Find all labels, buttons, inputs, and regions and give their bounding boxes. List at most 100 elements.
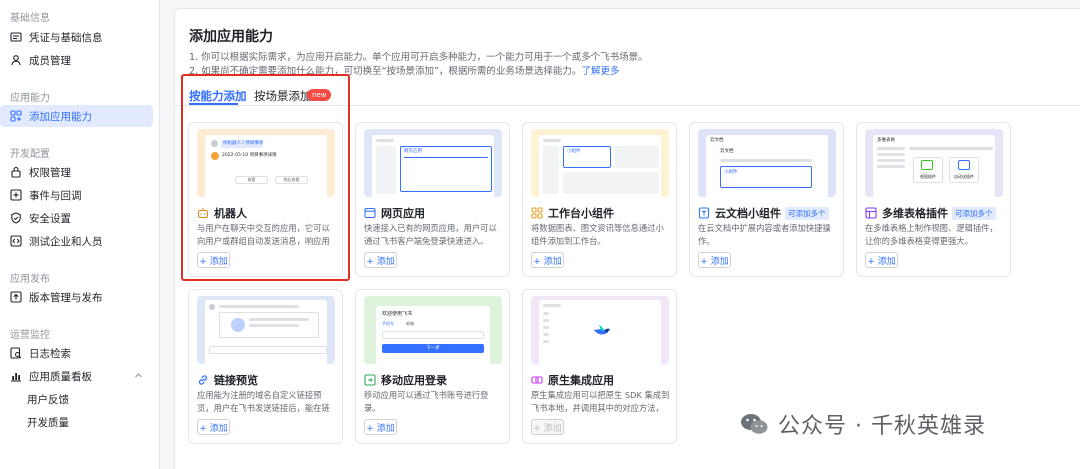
add-native-app-button[interactable]: + 添加 — [531, 419, 564, 435]
sidebar-item-label: 版本管理与发布 — [29, 291, 103, 304]
base-preview-title: 多维表格 — [877, 138, 895, 143]
card-description: 原生集成应用可以把原生 SDK 集成到飞书本地，并调用其中的对应方法，为用户提.… — [531, 390, 670, 413]
widget-preview-label: 小组件 — [567, 149, 581, 154]
sidebar-item-events[interactable]: 事件与回调 — [0, 184, 153, 206]
card-title-text: 多维表格插件 — [882, 207, 948, 220]
sidebar-item-label: 日志检索 — [29, 347, 71, 360]
sidebar-item-label: 用户反馈 — [27, 393, 69, 406]
sidebar-item-members[interactable]: 成员管理 — [0, 49, 153, 71]
grid-add-icon — [10, 110, 22, 122]
section-dev-config: 开发配置 — [10, 149, 50, 160]
tab-by-scenario[interactable]: 按场景添加 — [254, 88, 312, 104]
base-preview-view-plugin: 视图插件 — [920, 174, 936, 179]
add-doc-widget-button[interactable]: + 添加 — [698, 252, 731, 268]
credential-card-icon — [10, 31, 22, 43]
web-app-icon — [364, 207, 376, 219]
card-title: 机器人 — [197, 205, 247, 221]
web-preview-label: 网页应用 — [404, 149, 422, 154]
wechat-icon — [740, 413, 768, 435]
card-title-text: 原生集成应用 — [548, 374, 614, 387]
link-icon — [197, 374, 209, 386]
add-base-plugin-button[interactable]: + 添加 — [865, 252, 898, 268]
login-preview-tab-email: 邮箱 — [406, 321, 414, 326]
card-description: 快速接入已有的网页应用，用户可以通过飞书客户端免登录快速进入。 — [364, 223, 497, 246]
bot-preview-btn-1: 查看 — [235, 176, 268, 184]
sidebar-item-label: 凭证与基础信息 — [29, 31, 103, 44]
web-app-preview-image: 网页应用 — [364, 129, 502, 197]
chevron-up-icon[interactable] — [134, 371, 143, 383]
sidebar-item-feedback[interactable]: 用户反馈 — [0, 388, 153, 410]
log-search-icon — [10, 347, 22, 359]
sidebar: 基础信息 凭证与基础信息 成员管理 应用能力 添加应用能力 开发配置 权限管理 … — [0, 0, 160, 469]
card-description: 将数据图表、图文资讯等信息通过小组件添加到工作台。 — [531, 223, 664, 246]
native-integration-icon — [531, 374, 543, 386]
sidebar-item-test[interactable]: 测试企业和人员 — [0, 230, 153, 252]
card-title-text: 云文档小组件 — [715, 207, 781, 220]
capability-card-native-integration[interactable]: 原生集成应用 原生集成应用可以把原生 SDK 集成到飞书本地，并调用其中的对应方… — [522, 289, 677, 444]
card-description: 应用能为注册的域名自定义链接预览，用户在飞书发送链接后，能在链接下方展示... — [197, 390, 330, 413]
capability-card-link-preview[interactable]: 链接预览 应用能为注册的域名自定义链接预览，用户在飞书发送链接后，能在链接下方展… — [188, 289, 343, 444]
capability-card-web-app[interactable]: 网页应用 网页应用 快速接入已有的网页应用，用户可以通过飞书客户端免登录快速进入… — [355, 122, 510, 277]
login-preview-tab-phone: 手机号 — [382, 321, 394, 326]
sidebar-item-label: 成员管理 — [29, 54, 71, 67]
base-plugin-preview-image: 多维表格 视图插件 自动化插件 — [865, 129, 1003, 197]
bot-preview-btn-2: 稍后查看 — [275, 176, 308, 184]
bar-chart-icon — [10, 370, 22, 382]
multiple-allowed-badge: 可添加多个 — [952, 206, 996, 220]
card-title-text: 工作台小组件 — [548, 207, 614, 220]
sidebar-item-credentials[interactable]: 凭证与基础信息 — [0, 26, 153, 48]
card-description: 与用户在聊天中交互的应用，它可以向用户或群组自动发送消息，响应用户的消... — [197, 223, 330, 246]
card-title: 原生集成应用 — [531, 372, 614, 388]
sidebar-item-label: 事件与回调 — [29, 189, 82, 202]
description-line-2-text: 2. 如果尚不确定需要添加什么能力，可切换至“按场景添加”，根据所需的业务场景选… — [189, 66, 582, 77]
capability-card-base-plugin[interactable]: 多维表格 视图插件 自动化插件 多维表格插件 可添加多个 在多维表格上制作视图、… — [856, 122, 1011, 277]
watermark: 公众号 · 千秋英雄录 — [740, 408, 986, 440]
card-title: 移动应用登录 — [364, 372, 447, 388]
learn-more-link[interactable]: 了解更多 — [581, 66, 619, 77]
multiple-allowed-badge: 可添加多个 — [785, 206, 829, 220]
card-title-text: 链接预览 — [214, 374, 258, 387]
section-basic-info: 基础信息 — [10, 13, 50, 24]
capability-card-mobile-login[interactable]: 欢迎使用飞书 手机号 邮箱 下一步 移动应用登录 移动应用可以通过飞书账号进行登… — [355, 289, 510, 444]
sidebar-item-quality[interactable]: 开发质量 — [0, 411, 153, 433]
code-box-icon — [10, 235, 22, 247]
login-preview-title: 欢迎使用飞书 — [382, 311, 413, 317]
sidebar-item-label: 开发质量 — [27, 416, 69, 429]
sidebar-item-dashboard[interactable]: 应用质量看板 — [0, 365, 153, 387]
add-bot-button[interactable]: + 添加 — [197, 252, 230, 268]
sidebar-item-security[interactable]: 安全设置 — [0, 207, 153, 229]
sidebar-item-permissions[interactable]: 权限管理 — [0, 161, 153, 183]
capability-card-bot[interactable]: 你机器人 / 项目事项 2022-05-10 项目事项详情 查看 稍后查看 机器… — [188, 122, 343, 277]
bot-preview-date: 2022-05-10 项目事项详情 — [222, 153, 277, 158]
description-line-2: 2. 如果尚不确定需要添加什么能力，可切换至“按场景添加”，根据所需的业务场景选… — [189, 63, 619, 77]
sidebar-item-label: 安全设置 — [29, 212, 71, 225]
sidebar-item-version[interactable]: 版本管理与发布 — [0, 286, 153, 308]
widget-preview-image: 小组件 — [531, 129, 669, 197]
capability-card-doc-widget[interactable]: 云文档 云文档 小组件 云文档小组件 可添加多个 在云文档中扩展内容或者添加快捷… — [689, 122, 844, 277]
doc-icon — [698, 207, 710, 219]
add-web-app-button[interactable]: + 添加 — [364, 252, 397, 268]
tabs-divider — [175, 105, 1080, 106]
add-mobile-login-button[interactable]: + 添加 — [364, 419, 397, 435]
upload-box-icon — [10, 291, 22, 303]
tab-by-capability[interactable]: 按能力添加 — [189, 88, 247, 104]
shield-icon — [10, 212, 22, 224]
add-widget-button[interactable]: + 添加 — [531, 252, 564, 268]
sidebar-item-logs[interactable]: 日志检索 — [0, 342, 153, 364]
page-title: 添加应用能力 — [189, 29, 273, 45]
doc-preview-sub: 云文档 — [720, 149, 734, 154]
card-title: 多维表格插件 可添加多个 — [865, 205, 996, 221]
widget-grid-icon — [531, 207, 543, 219]
login-preview-next: 下一步 — [382, 344, 484, 353]
mobile-login-icon — [364, 374, 376, 386]
sidebar-item-add-capability[interactable]: 添加应用能力 — [0, 105, 153, 127]
doc-preview-title: 云文档 — [710, 138, 724, 143]
doc-widget-preview-image: 云文档 云文档 小组件 — [698, 129, 836, 197]
event-plus-icon — [10, 189, 22, 201]
section-release: 应用发布 — [10, 274, 50, 285]
bot-preview-image: 你机器人 / 项目事项 2022-05-10 项目事项详情 查看 稍后查看 — [197, 129, 335, 197]
user-icon — [10, 54, 22, 66]
main-panel: 添加应用能力 1. 你可以根据实际需求，为应用开启能力。单个应用可开启多种能力，… — [174, 8, 1080, 469]
capability-card-workplace-widget[interactable]: 小组件 工作台小组件 将数据图表、图文资讯等信息通过小组件添加到工作台。 + 添… — [522, 122, 677, 277]
add-link-preview-button[interactable]: + 添加 — [197, 419, 230, 435]
